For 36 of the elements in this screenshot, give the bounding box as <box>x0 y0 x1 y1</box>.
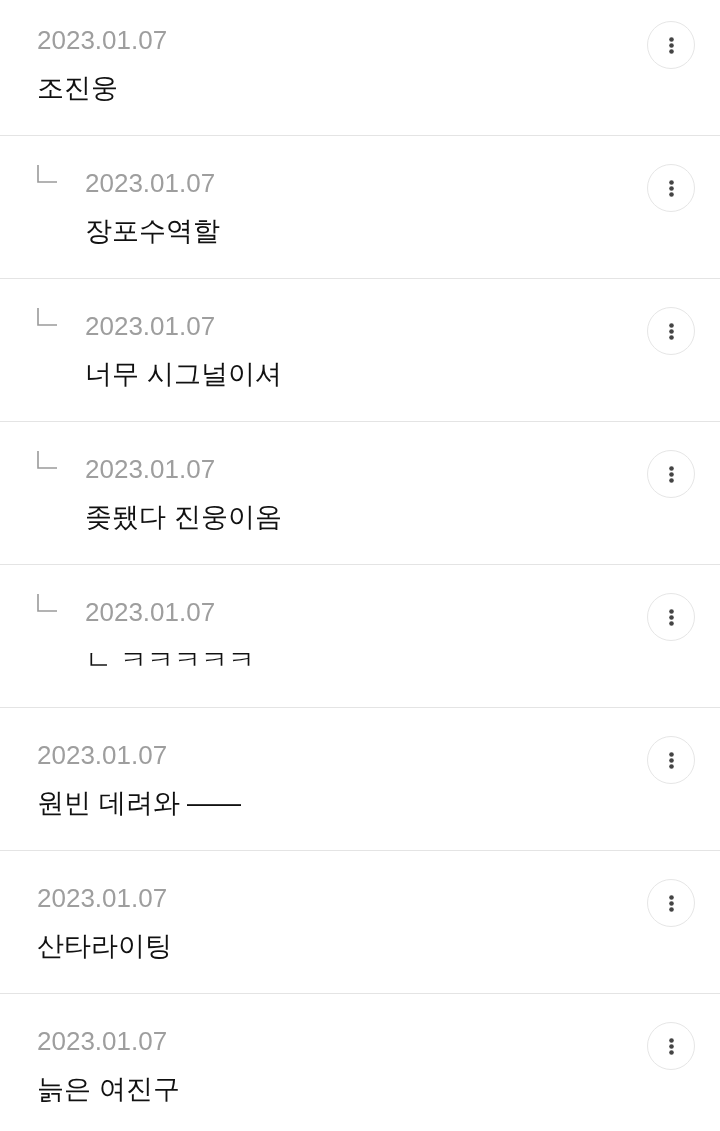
more-button[interactable] <box>647 21 695 69</box>
more-icon <box>668 751 674 769</box>
comment-text: 조진웅 <box>37 72 119 105</box>
comment-text: 늙은 여진구 <box>37 1073 181 1106</box>
more-button[interactable] <box>647 593 695 641</box>
more-button[interactable] <box>647 736 695 784</box>
more-icon <box>668 465 674 483</box>
reply-corner-icon <box>37 451 57 469</box>
comment-date: 2023.01.07 <box>85 167 217 200</box>
comment-date: 2023.01.07 <box>37 882 169 915</box>
more-icon <box>668 1037 674 1055</box>
reply-corner-icon <box>37 165 57 183</box>
comment-text: ㄴ ㅋㅋㅋㅋㅋ <box>85 644 256 677</box>
more-icon <box>668 894 674 912</box>
comment-text: 좆됐다 진웅이옴 <box>85 501 283 534</box>
comment-date: 2023.01.07 <box>85 453 217 486</box>
comment-date: 2023.01.07 <box>37 739 169 772</box>
more-icon <box>668 322 674 340</box>
comment-date: 2023.01.07 <box>37 24 169 57</box>
comment-date: 2023.01.07 <box>85 310 217 343</box>
reply-corner-icon <box>37 594 57 612</box>
more-button[interactable] <box>647 1022 695 1070</box>
comment-text: 원빈 데려와 —— <box>37 787 242 820</box>
more-icon <box>668 179 674 197</box>
comment-date: 2023.01.07 <box>85 596 217 629</box>
more-button[interactable] <box>647 879 695 927</box>
comment-date: 2023.01.07 <box>37 1025 169 1058</box>
comment-text: 산타라이팅 <box>37 930 173 963</box>
more-button[interactable] <box>647 164 695 212</box>
more-icon <box>668 608 674 626</box>
comment-text: 장포수역할 <box>85 215 221 248</box>
more-icon <box>668 36 674 54</box>
more-button[interactable] <box>647 450 695 498</box>
comment-text: 너무 시그널이셔 <box>85 358 283 391</box>
reply-corner-icon <box>37 308 57 326</box>
more-button[interactable] <box>647 307 695 355</box>
